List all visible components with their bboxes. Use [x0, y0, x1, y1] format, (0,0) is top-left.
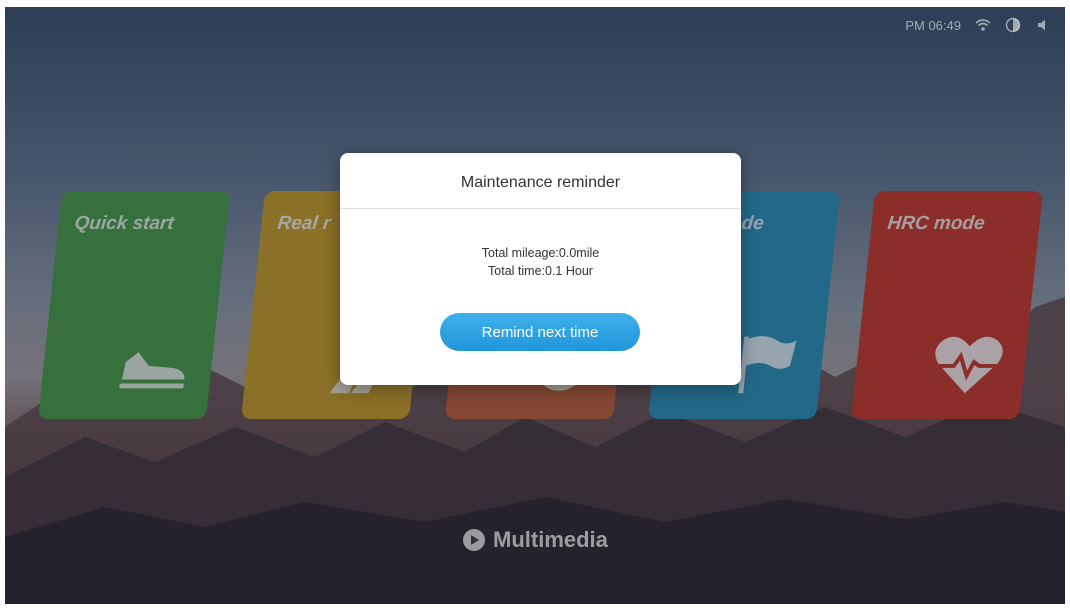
brightness-icon — [1005, 17, 1021, 33]
total-time-text: Total time:0.1 Hour — [488, 264, 593, 278]
remind-next-time-button[interactable]: Remind next time — [440, 313, 640, 351]
maintenance-dialog: Maintenance reminder Total mileage:0.0mi… — [340, 153, 741, 385]
clock: PM 06:49 — [905, 17, 961, 33]
multimedia-icon — [463, 529, 485, 551]
multimedia-brand[interactable]: Multimedia — [461, 527, 608, 553]
status-bar: PM 06:49 — [905, 15, 1051, 35]
wifi-icon — [975, 19, 991, 31]
brand-label: Multimedia — [493, 527, 608, 552]
volume-icon — [1038, 19, 1045, 31]
dialog-title: Maintenance reminder — [460, 174, 621, 191]
total-mileage-text: Total mileage:0.0mile — [481, 246, 600, 260]
dialog-divider — [340, 208, 741, 209]
